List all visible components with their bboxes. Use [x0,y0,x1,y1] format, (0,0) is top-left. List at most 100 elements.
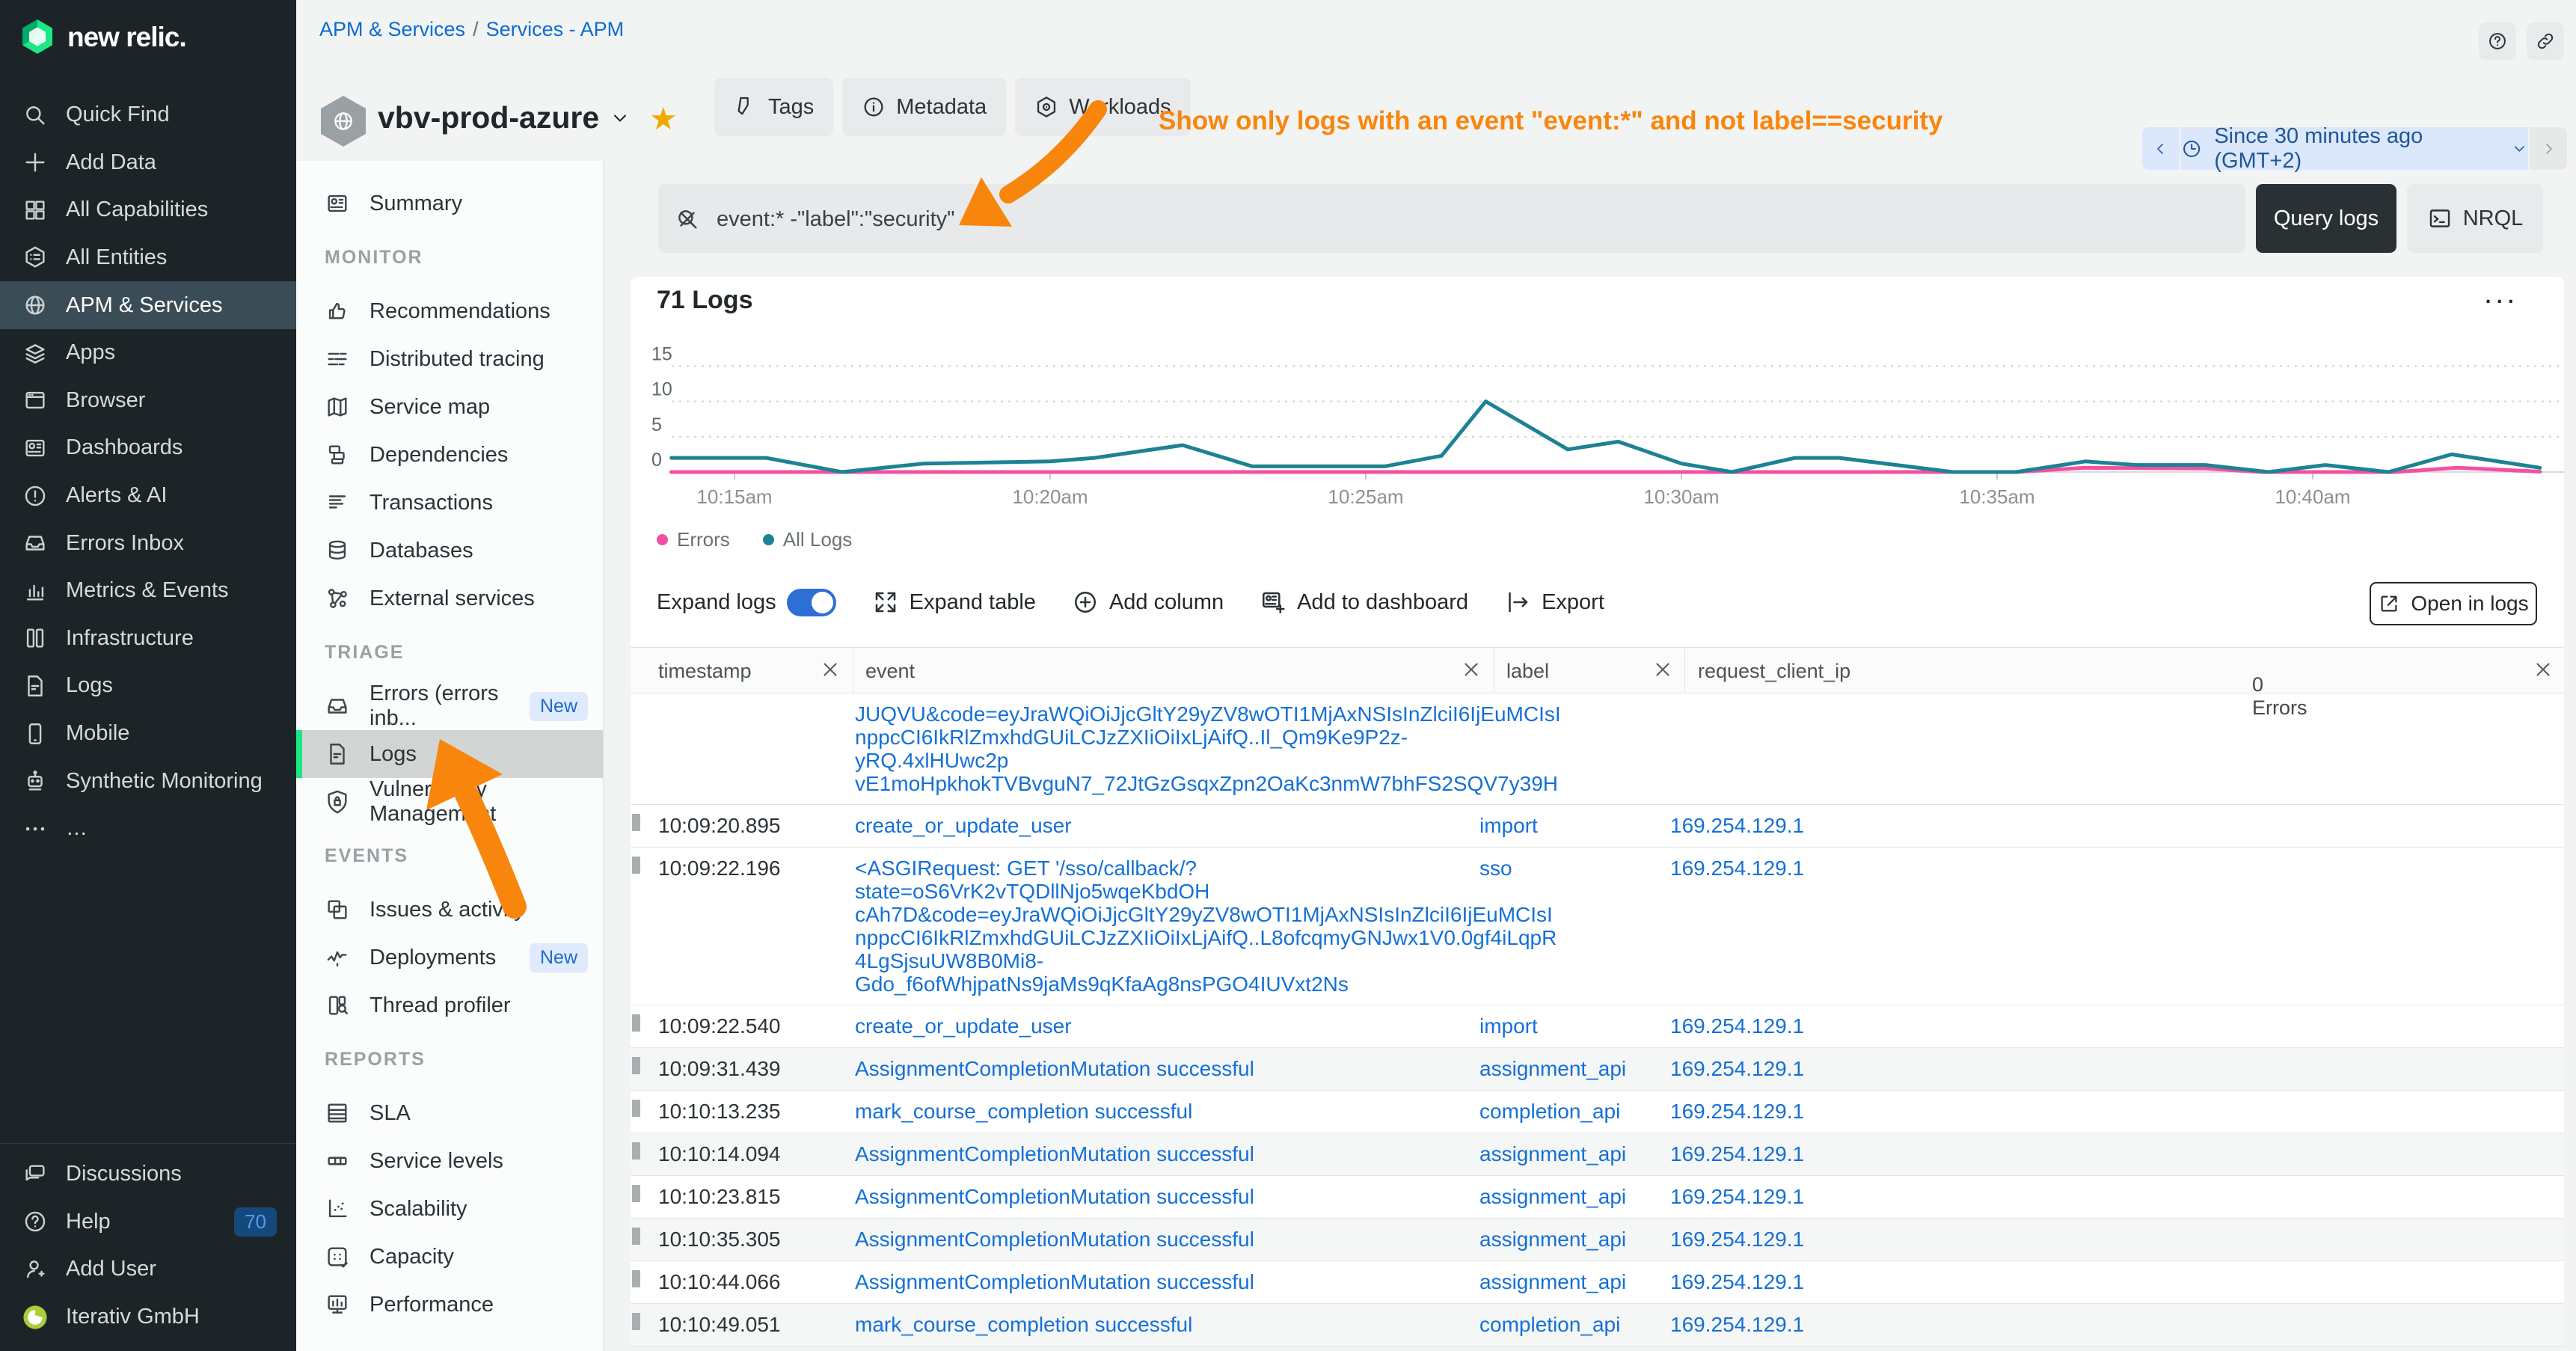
expand-logs-toggle[interactable] [787,589,836,616]
toolbar-add-to-dashboard[interactable]: Add to dashboard [1260,589,1468,616]
cell-label-link[interactable]: completion_api [1466,1100,1657,1124]
table-row[interactable]: 10:10:44.066AssignmentCompletionMutation… [631,1261,2564,1304]
legend-item-errors[interactable]: Errors [657,528,730,551]
cell-event-link[interactable]: mark_course_completion successful [855,1100,1466,1123]
help-button[interactable] [2479,22,2516,60]
query-logs-button[interactable]: Query logs [2256,184,2396,253]
sidebar-item-mobile[interactable]: Mobile [0,710,296,758]
sidebar-item-add-data[interactable]: Add Data [0,139,296,187]
cell-label-link[interactable]: assignment_api [1466,1185,1657,1209]
entity-title[interactable]: vbv-prod-azure [378,100,631,135]
sidebar-item-dashboards[interactable]: Dashboards [0,424,296,472]
open-in-logs-button[interactable]: Open in logs [2370,582,2537,625]
search-input[interactable] [715,184,2139,254]
sidebar-item-infrastructure[interactable]: Infrastructure [0,615,296,663]
subnav-item-issues-activity[interactable]: Issues & activity [296,886,603,934]
toolbar-export[interactable]: Export [1504,589,1604,616]
subnav-item-dependencies[interactable]: Dependencies [296,431,603,479]
cell-label-link[interactable]: completion_api [1466,1313,1657,1337]
legend-item-all-logs[interactable]: All Logs [763,528,853,551]
metadata-button[interactable]: Metadata [842,78,1006,136]
table-row[interactable]: 10:09:31.439AssignmentCompletionMutation… [631,1048,2564,1091]
time-range-button[interactable]: Since 30 minutes ago (GMT+2) [2181,127,2528,170]
cell-event-link[interactable]: create_or_update_user [855,814,1466,837]
cell-request-client-ip-link[interactable]: 169.254.129.1 [1657,857,1804,880]
cell-label-link[interactable]: assignment_api [1466,1142,1657,1166]
remove-column-event-icon[interactable] [1460,658,1482,681]
subnav-item-distributed-tracing[interactable]: Distributed tracing [296,335,603,383]
cell-label-link[interactable]: assignment_api [1466,1057,1657,1081]
subnav-item-scalability[interactable]: Scalability [296,1185,603,1233]
cell-request-client-ip-link[interactable]: 169.254.129.1 [1657,1270,1804,1294]
subnav-item-errors-errors-inb-[interactable]: Errors (errors inb...New [296,682,603,730]
remove-column-request_client_ip-icon[interactable] [2532,658,2554,681]
cell-event-link[interactable]: <ASGIRequest: GET '/sso/callback/?state=… [855,857,1466,996]
subnav-item-transactions[interactable]: Transactions [296,479,603,527]
chevron-down-icon[interactable] [610,108,631,129]
table-row[interactable]: 10:10:14.094AssignmentCompletionMutation… [631,1133,2564,1176]
favorite-star-icon[interactable]: ★ [649,100,678,137]
sidebar-item-logs[interactable]: Logs [0,662,296,710]
panel-menu-ellipsis[interactable]: ... [2484,277,2518,310]
sidebar-item-quick-find[interactable]: Quick Find [0,91,296,139]
sidebar-item-apm-services[interactable]: APM & Services [0,281,296,329]
subnav-item-capacity[interactable]: Capacity [296,1233,603,1281]
cell-request-client-ip-link[interactable]: 169.254.129.1 [1657,1185,1804,1209]
sidebar-footer-item-iterativ-gmbh[interactable]: Iterativ GmbH [0,1293,296,1341]
table-row[interactable]: 10:11:00.311AssignmentCompletionMutation… [631,1347,2564,1351]
cell-event-link[interactable]: AssignmentCompletionMutation successful [855,1142,1466,1165]
cell-label-link[interactable]: import [1466,1014,1657,1038]
clear-search-icon[interactable] [675,206,700,232]
subnav-item-vulnerability-management[interactable]: Vulnerability Management [296,778,603,826]
subnav-item-summary[interactable]: Summary [296,180,603,227]
cell-event-link[interactable]: mark_course_completion successful [855,1313,1466,1336]
subnav-item-databases[interactable]: Databases [296,527,603,575]
subnav-item-service-levels[interactable]: Service levels [296,1137,603,1185]
cell-request-client-ip-link[interactable]: 169.254.129.1 [1657,1228,1804,1252]
sidebar-footer-item-help[interactable]: Help70 [0,1198,296,1246]
toolbar-add-column[interactable]: Add column [1072,589,1224,616]
subnav-item-external-services[interactable]: External services [296,575,603,622]
sidebar-footer-item-discussions[interactable]: Discussions [0,1151,296,1198]
toolbar-expand-logs[interactable]: Expand logs [657,589,836,616]
cell-label-link[interactable]: sso [1466,857,1657,880]
cell-label-link[interactable]: import [1466,814,1657,838]
sidebar-footer-item-add-user[interactable]: Add User [0,1246,296,1293]
cell-event-link[interactable]: AssignmentCompletionMutation successful [855,1185,1466,1208]
sidebar-item-all-capabilities[interactable]: All Capabilities [0,186,296,234]
breadcrumb-link-1[interactable]: Services - APM [486,18,625,40]
tags-button[interactable]: Tags [714,78,833,136]
subnav-item-performance[interactable]: Performance [296,1281,603,1329]
table-row[interactable]: 10:10:49.051mark_course_completion succe… [631,1304,2564,1347]
sidebar-item-errors-inbox[interactable]: Errors Inbox [0,519,296,567]
cell-label-link[interactable]: assignment_api [1466,1270,1657,1294]
sidebar-item-apps[interactable]: Apps [0,329,296,377]
toolbar-expand-table[interactable]: Expand table [872,589,1036,616]
table-row[interactable]: 10:10:23.815AssignmentCompletionMutation… [631,1176,2564,1219]
breadcrumb-link-0[interactable]: APM & Services [319,18,465,40]
table-row[interactable]: 10:10:35.305AssignmentCompletionMutation… [631,1219,2564,1261]
sidebar-item-alerts-ai[interactable]: Alerts & AI [0,472,296,520]
sidebar-item-browser[interactable]: Browser [0,377,296,425]
cell-request-client-ip-link[interactable]: 169.254.129.1 [1657,1100,1804,1124]
table-row[interactable]: 10:09:22.540create_or_update_userimport1… [631,1005,2564,1048]
cell-request-client-ip-link[interactable]: 169.254.129.1 [1657,814,1804,838]
table-row[interactable]: 10:10:13.235mark_course_completion succe… [631,1091,2564,1133]
subnav-item-logs[interactable]: Logs [296,730,603,778]
nrql-button[interactable]: NRQL [2407,184,2543,253]
subnav-item-service-map[interactable]: Service map [296,383,603,431]
subnav-item-recommendations[interactable]: Recommendations [296,287,603,335]
remove-column-label-icon[interactable] [1652,658,1674,681]
subnav-item-deployments[interactable]: DeploymentsNew [296,934,603,981]
permalink-button[interactable] [2527,22,2564,60]
cell-event-link[interactable]: JUQVU&code=eyJraWQiOiJjcGltY29yZV8wOTI1M… [855,702,1466,795]
cell-event-link[interactable]: create_or_update_user [855,1014,1466,1038]
cell-label-link[interactable]: assignment_api [1466,1228,1657,1252]
cell-event-link[interactable]: AssignmentCompletionMutation successful [855,1270,1466,1293]
sidebar-item-synthetic-monitoring[interactable]: Synthetic Monitoring [0,757,296,805]
subnav-item-sla[interactable]: SLA [296,1089,603,1137]
time-forward-button[interactable] [2530,127,2567,170]
cell-request-client-ip-link[interactable]: 169.254.129.1 [1657,1014,1804,1038]
cell-request-client-ip-link[interactable]: 169.254.129.1 [1657,1057,1804,1081]
time-back-button[interactable] [2142,127,2180,170]
